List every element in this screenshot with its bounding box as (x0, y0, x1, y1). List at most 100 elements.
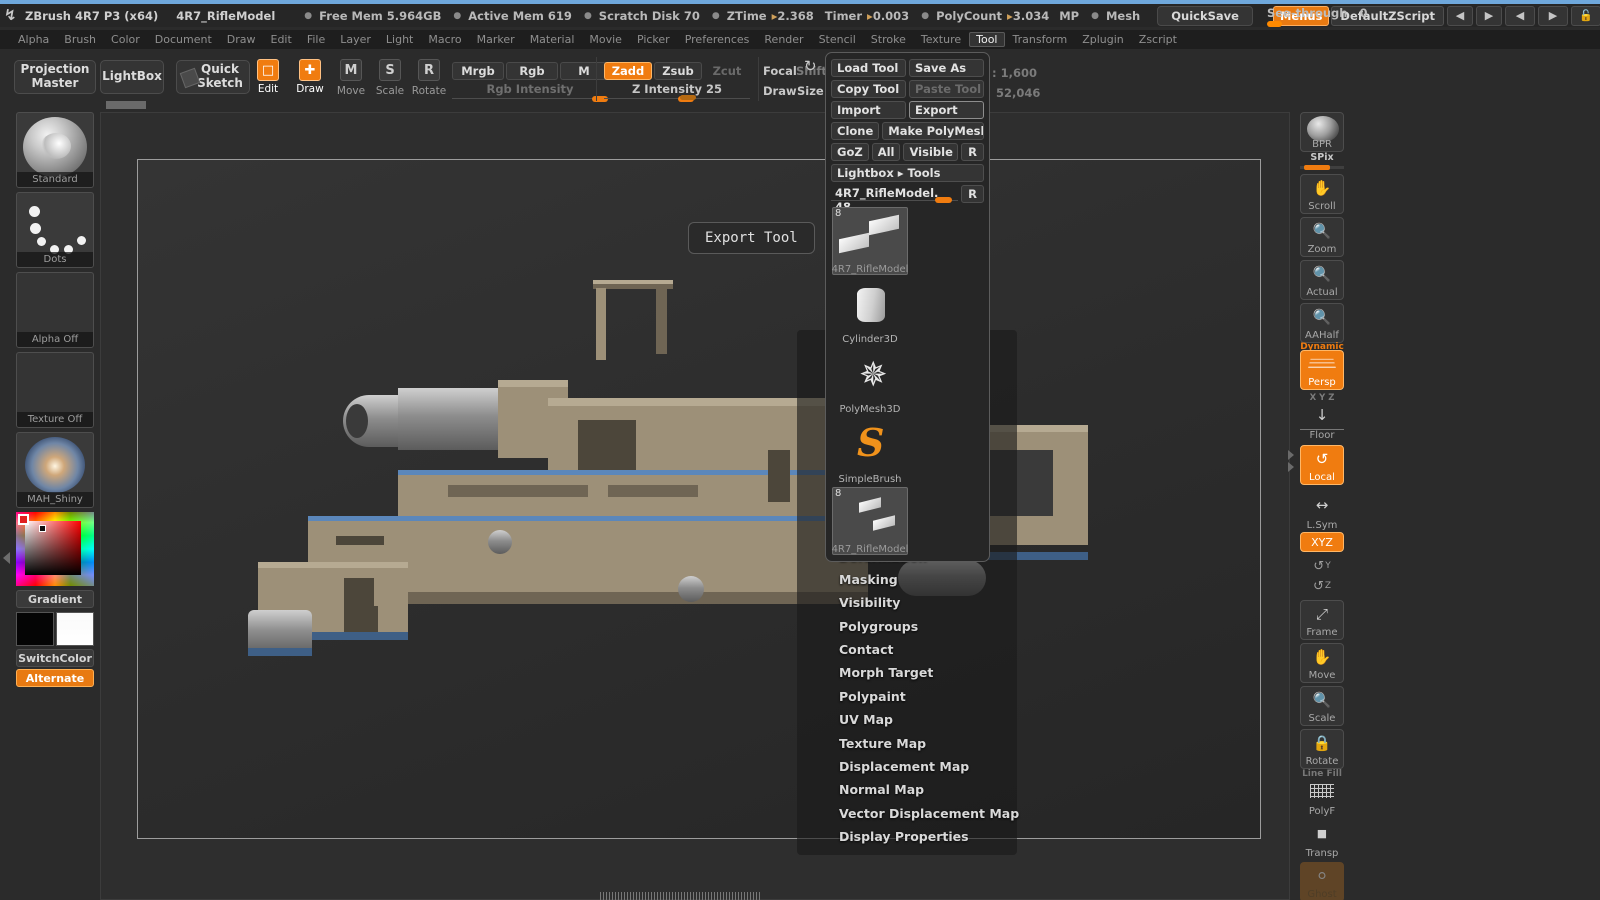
alpha-selector[interactable]: Alpha Off (16, 272, 94, 348)
brush-selector[interactable]: Standard (16, 112, 94, 188)
stroke-selector[interactable]: Dots (16, 192, 94, 268)
menu-item-render[interactable]: Render (757, 32, 810, 47)
frame-button[interactable]: ⤢ Frame (1300, 600, 1344, 640)
menu-item-zplugin[interactable]: Zplugin (1075, 32, 1131, 47)
rotate-gizmo-button[interactable]: 🔒 Rotate (1300, 729, 1344, 769)
ghost-button[interactable]: ⚪ Ghost (1300, 862, 1344, 900)
tool-section-polypaint[interactable]: Polypaint (797, 685, 1017, 708)
gradient-button[interactable]: Gradient (16, 590, 94, 608)
menu-item-edit[interactable]: Edit (264, 32, 299, 47)
edit-mode-button[interactable]: □ Edit (253, 57, 283, 95)
menu-item-stencil[interactable]: Stencil (812, 32, 863, 47)
menu-item-stroke[interactable]: Stroke (864, 32, 913, 47)
primary-color-swatch[interactable] (16, 612, 54, 646)
tool-section-display-properties[interactable]: Display Properties (797, 825, 1017, 848)
z-intensity-slider[interactable]: Z Intensity 25 (604, 82, 750, 102)
secondary-color-swatch[interactable] (56, 612, 94, 646)
spix-knob[interactable] (1304, 165, 1330, 170)
rotate-mode-button[interactable]: R Rotate (412, 57, 446, 97)
zoom-button[interactable]: 🔍 Zoom (1300, 217, 1344, 257)
menu-item-material[interactable]: Material (523, 32, 582, 47)
transparency-button[interactable]: ◾ Transp (1300, 820, 1344, 860)
tool-section-displacement-map[interactable]: Displacement Map (797, 755, 1017, 778)
make-polymesh3d-button[interactable]: Make PolyMesh3D (882, 122, 984, 140)
lightbox-tools-button[interactable]: Lightbox ▸ Tools (831, 164, 984, 182)
current-tool-knob[interactable] (935, 197, 953, 203)
current-tool-field[interactable]: 4R7_RifleModel. 48 (831, 185, 959, 214)
zscript-next-button[interactable]: ▶ (1475, 5, 1502, 26)
save-as-button[interactable]: Save As (909, 59, 984, 77)
alternate-button[interactable]: Alternate (16, 669, 94, 687)
current-tool-r-button[interactable]: R (961, 185, 984, 203)
floor-button[interactable]: ↓ Floor (1300, 402, 1344, 442)
menu-item-movie[interactable]: Movie (582, 32, 629, 47)
local-transform-button[interactable]: ↺ Local (1300, 445, 1344, 485)
menu-item-texture[interactable]: Texture (914, 32, 968, 47)
tool-thumbnail[interactable]: 8 4R7_RifleModel (831, 486, 909, 556)
tool-section-contact[interactable]: Contact (797, 638, 1017, 661)
copy-tool-button[interactable]: Copy Tool (831, 80, 906, 98)
tool-palette-popup[interactable]: ↻ Load Tool Save As Copy Tool Paste Tool… (804, 52, 990, 562)
tool-thumbnail[interactable]: ✵ PolyMesh3D (831, 346, 909, 416)
canvas-scroll-arrows[interactable] (1288, 450, 1296, 480)
zscript-prev-button[interactable]: ◀ (1446, 5, 1473, 26)
bpr-render-button[interactable]: BPR (1300, 112, 1344, 152)
draw-size-knob[interactable] (680, 95, 696, 100)
menu-item-tool[interactable]: Tool (969, 32, 1005, 47)
tool-section-morph-target[interactable]: Morph Target (797, 661, 1017, 684)
spix-slider[interactable] (1300, 165, 1344, 170)
clone-button[interactable]: Clone (831, 122, 880, 140)
tool-section-uv-map[interactable]: UV Map (797, 708, 1017, 731)
menu-item-light[interactable]: Light (379, 32, 420, 47)
quick-sketch-button[interactable]: Quick Sketch (176, 60, 250, 94)
menu-item-preferences[interactable]: Preferences (678, 32, 757, 47)
tool-section-visibility[interactable]: Visibility (797, 591, 1017, 614)
visible-button[interactable]: Visible (903, 143, 959, 161)
m-button[interactable]: M (560, 62, 608, 80)
mrgb-button[interactable]: Mrgb (452, 62, 504, 80)
color-picker[interactable] (16, 512, 94, 586)
rotate-y-button[interactable]: ↺ Y (1300, 556, 1344, 576)
menu-item-draw[interactable]: Draw (220, 32, 263, 47)
visible-r-button[interactable]: R (961, 143, 984, 161)
menu-item-alpha[interactable]: Alpha (11, 32, 56, 47)
xyz-rotate-button[interactable]: XYZ (1300, 532, 1344, 552)
local-symmetry-button[interactable]: ↔ L.Sym (1300, 492, 1344, 532)
current-tool-slider[interactable]: 4R7_RifleModel. 48 R (831, 185, 984, 214)
scale-mode-button[interactable]: S Scale (375, 57, 405, 97)
tool-section-normal-map[interactable]: Normal Map (797, 778, 1017, 801)
aahalf-button[interactable]: 🔍 AAHalf (1300, 303, 1344, 343)
scale-gizmo-button[interactable]: 🔍 Scale (1300, 686, 1344, 726)
see-through-knob[interactable] (1266, 20, 1282, 27)
draw-mode-button[interactable]: ✚ Draw (295, 57, 325, 95)
menu-item-picker[interactable]: Picker (630, 32, 677, 47)
tool-section-vector-displacement-map[interactable]: Vector Displacement Map (797, 802, 1019, 825)
menu-item-document[interactable]: Document (148, 32, 219, 47)
saturation-value-field[interactable] (25, 521, 81, 575)
menu-item-brush[interactable]: Brush (57, 32, 103, 47)
rgb-intensity-slider[interactable]: Rgb Intensity (452, 82, 608, 102)
menu-item-marker[interactable]: Marker (470, 32, 522, 47)
canvas-area[interactable]: Export Tool (100, 112, 1290, 900)
goz-button[interactable]: GoZ (831, 143, 869, 161)
bottom-resize-grip[interactable] (600, 892, 760, 900)
move-mode-button[interactable]: M Move (336, 57, 366, 97)
perspective-button[interactable]: Persp (1300, 350, 1344, 390)
tool-section-polygroups[interactable]: Polygroups (797, 615, 1017, 638)
actual-size-button[interactable]: 🔍 Actual (1300, 260, 1344, 300)
zcut-button[interactable]: Zcut (704, 62, 750, 80)
scroll-button[interactable]: ✋ Scroll (1300, 174, 1344, 214)
projection-master-button[interactable]: Projection Master (14, 60, 96, 94)
material-selector[interactable]: MAH_Shiny (16, 432, 94, 508)
rotate-z-button[interactable]: ↺ Z (1300, 576, 1344, 596)
tool-section-texture-map[interactable]: Texture Map (797, 732, 1017, 755)
switch-color-button[interactable]: SwitchColor (16, 649, 94, 667)
menu-item-layer[interactable]: Layer (333, 32, 378, 47)
texture-selector[interactable]: Texture Off (16, 352, 94, 428)
tile-next-button[interactable]: ▶ (1537, 5, 1568, 26)
menu-item-macro[interactable]: Macro (421, 32, 468, 47)
menu-item-file[interactable]: File (300, 32, 332, 47)
load-tool-button[interactable]: Load Tool (831, 59, 906, 77)
rgb-button[interactable]: Rgb (506, 62, 558, 80)
tool-section-masking[interactable]: Masking (797, 568, 1017, 591)
